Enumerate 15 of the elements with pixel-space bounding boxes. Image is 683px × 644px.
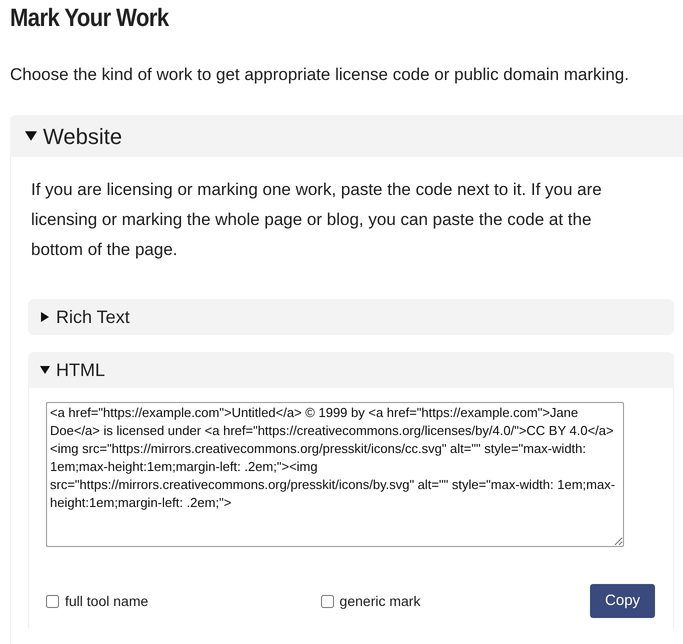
checkbox[interactable] xyxy=(320,594,334,608)
subsection-header[interactable]: Rich Text xyxy=(28,299,674,335)
code-field[interactable]: <a href="https://example.com">Untitled</a> © 1999 by <a href="https://example.com">Jane Doe</a> is licensed under <a href="https://creativecommons.org/licenses/by/4.0/">CC BY 4.0</a><img src="https://mirrors.creativecommons.org/presskit/icons/cc.svg" alt="" style="max-width: 1em;max-height:1em;margin-left: .2em;"><img src="https://mirrors.creativecommons.org/presskit/icons/by.svg" alt="" style="max-width: 1em;max-height:1em;margin-left: .2em;"> xyxy=(46,402,624,547)
checkbox-label: full tool name xyxy=(65,592,148,610)
caret-down-icon xyxy=(25,130,37,142)
section-header[interactable]: Website xyxy=(10,115,683,157)
section-description: If you are licensing or marking one work, paste the code next to it. If you are licensing or marking the whole page or blog, you can paste the code at the bottom of the page. xyxy=(30,179,603,261)
checkbox[interactable] xyxy=(46,594,59,608)
intro-text: Choose the kind of work to get appropriate license code or public domain marking. xyxy=(10,64,630,86)
page-title: Mark Your Work xyxy=(10,3,170,33)
caret-down-icon xyxy=(40,365,50,375)
subsection-header[interactable]: HTML xyxy=(28,352,674,388)
caret-right-icon xyxy=(40,312,50,322)
checkbox-label: generic mark xyxy=(340,592,420,611)
copy-button[interactable]: Copy xyxy=(590,584,655,618)
